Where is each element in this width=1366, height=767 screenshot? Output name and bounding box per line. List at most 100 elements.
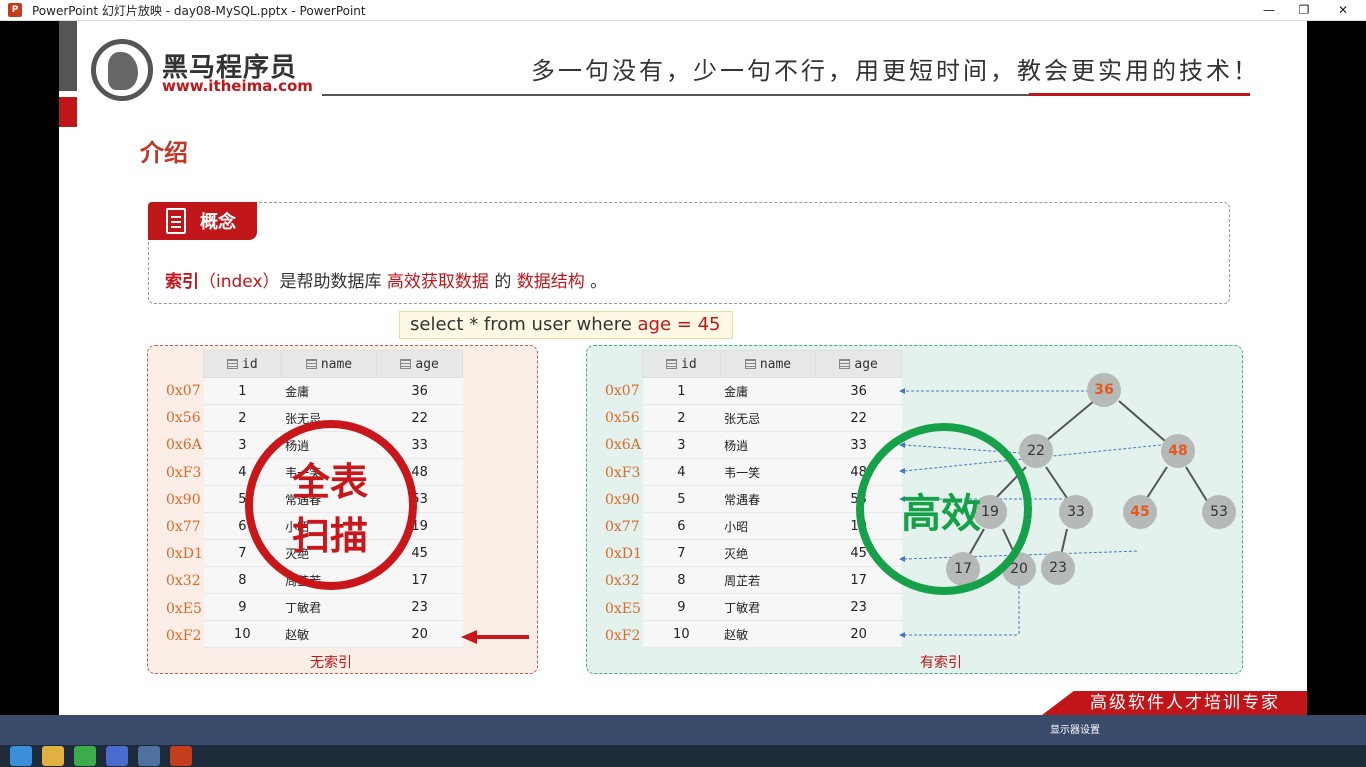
tree-node-33: 33 [1059,495,1093,529]
cell-age: 20 [376,620,463,648]
column-header-id: id [642,350,721,378]
column-icon [305,358,317,369]
cell-id: 2 [642,404,721,432]
cell-name: 杨逍 [720,431,816,459]
efficient-stamp-text: 高效 [901,490,981,537]
file-explorer-icon[interactable] [42,746,64,766]
column-icon [400,358,412,369]
memory-address: 0xF3 [166,464,202,481]
cell-name: 常遇春 [720,485,816,513]
memory-address: 0xF2 [166,627,202,644]
cell-age: 36 [376,377,463,405]
full-scan-stamp-line1: 全表 [292,459,369,504]
powerpoint-icon: P [8,3,22,17]
ide-icon[interactable] [138,746,160,766]
concept-tag-label: 概念 [200,212,236,233]
column-icon [839,358,851,369]
table-row: 3 杨逍 33 [642,431,902,459]
memory-address: 0x07 [166,383,201,399]
memory-address: 0x56 [166,410,201,427]
table-row: 8 周芷若 17 [642,566,902,594]
table-row: 9 丁敏君 23 [642,593,902,621]
slogan: 多一句没有，少一句不行，用更短时间，教会更实用的技术！ [531,57,1260,85]
cell-id: 9 [642,593,721,621]
concept-highlight-2: 数据结构 [516,272,585,292]
cell-name: 金庸 [720,377,816,405]
cell-name: 张无忌 [720,404,816,432]
memory-address: 0xF2 [605,627,641,644]
memory-address: 0xE5 [605,600,641,617]
app-icon[interactable] [106,746,128,766]
cell-id: 7 [642,539,721,567]
cell-id: 2 [203,404,282,432]
cell-name: 赵敏 [281,620,377,648]
memory-address: 0xE5 [166,600,202,617]
logo-url: www.itheima.com [162,77,313,95]
column-icon [744,358,756,369]
full-scan-stamp-line2: 扫描 [292,513,369,558]
memory-address: 0xD1 [605,546,642,563]
powerpoint-taskbar-icon[interactable] [170,746,192,766]
memory-address: 0x07 [605,383,640,399]
footer-slogan-band: 高级软件人才培训专家 [1042,691,1307,715]
sql-prefix: select * from user where [410,314,638,335]
cell-id: 4 [642,458,721,486]
memory-address: 0x6A [166,437,202,454]
concept-definition: 索引（index）是帮助数据库 高效获取数据 的 数据结构 。 [165,267,607,292]
memory-address: 0x77 [166,519,201,535]
key-icon [666,358,677,369]
close-button[interactable]: ✕ [1320,0,1366,21]
memory-address: 0xD1 [166,546,203,563]
cell-id: 10 [642,620,721,648]
cell-id: 1 [203,377,282,405]
with-index-caption: 有索引 [920,655,962,671]
column-header-name: name [719,350,817,378]
cell-age: 22 [376,404,463,432]
concept-end: 。 [590,272,608,292]
memory-address: 0x56 [605,410,640,427]
cell-id: 10 [203,620,282,648]
document-icon [166,208,186,234]
memory-address: 0x32 [166,573,201,590]
slideshow-bar: 显示器设置 [0,715,1366,745]
memory-address: 0x6A [605,437,641,454]
cell-id: 9 [203,593,282,621]
cell-name: 丁敏君 [281,593,377,621]
table-row: 10 赵敏 20 [203,620,463,648]
table-row: 10 赵敏 20 [642,620,902,648]
concept-tag: 概念 [148,202,257,240]
slide-accent-red [59,97,77,127]
cell-name: 金庸 [281,377,377,405]
windows-start-icon[interactable] [10,746,32,766]
concept-term: 索引 [165,272,199,292]
column-header-name: name [280,350,378,378]
sql-condition: age = 45 [637,314,721,335]
tree-node-48: 48 [1161,434,1195,468]
chrome-icon[interactable] [74,746,96,766]
memory-address: 0x90 [166,491,201,508]
cell-id: 8 [203,566,282,594]
memory-address: 0xF3 [605,464,641,481]
cell-name: 赵敏 [720,620,816,648]
cell-name: 韦一笑 [720,458,816,486]
cell-name: 小昭 [720,512,816,540]
red-arrow-icon [461,630,529,644]
cell-id: 8 [642,566,721,594]
concept-term-en: （index） [199,272,280,292]
page-title: 介绍 [140,139,188,167]
tree-node-53: 53 [1202,495,1236,529]
table-row: 1 金庸 36 [203,377,463,405]
cell-name: 周芷若 [720,566,816,594]
cell-id: 6 [642,512,721,540]
cell-name: 丁敏君 [720,593,816,621]
display-settings-button[interactable]: 显示器设置 [1050,721,1100,736]
table-row: 1 金庸 36 [642,377,902,405]
table-row: 9 丁敏君 23 [203,593,463,621]
column-header-id: id [203,350,282,378]
slogan-underline-accent [1029,93,1250,96]
taskbar [0,745,1366,767]
sql-query: select * from user where age = 45 [399,311,733,339]
no-index-caption: 无索引 [310,655,352,671]
memory-address: 0x90 [605,491,640,508]
column-header-age: age [376,350,463,378]
